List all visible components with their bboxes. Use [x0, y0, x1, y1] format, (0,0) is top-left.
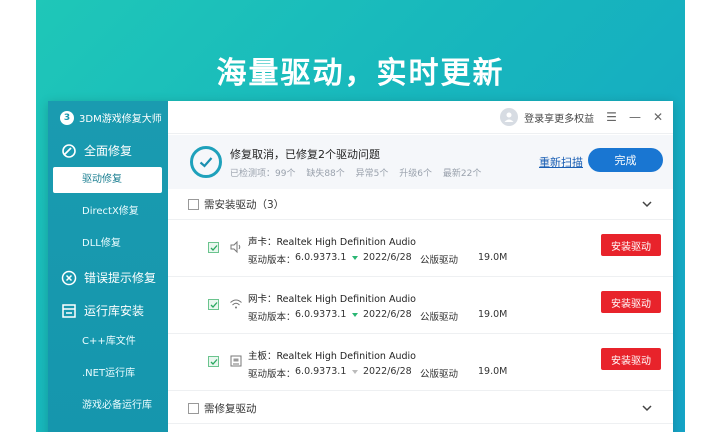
driver-name: 主板：Realtek High Definition Audio	[248, 351, 416, 362]
driver-type: 公版驱动	[420, 369, 459, 380]
sidebar: 3 3DM游戏修复大师 全面修复 驱动修复 DirectX修复 DLL修复 错误…	[48, 101, 168, 432]
driver-checkbox[interactable]	[208, 299, 219, 310]
driver-version-label: 驱动版本：	[248, 369, 296, 380]
error-fix-icon	[60, 269, 78, 287]
latest-count: 最新22个	[442, 168, 482, 179]
driver-version: 6.0.9373.1	[295, 309, 347, 320]
sidebar-item-dll-repair[interactable]: DLL修复	[48, 231, 168, 257]
section-title: 需安装驱动（3）	[204, 199, 285, 211]
install-driver-button[interactable]: 安装驱动	[601, 291, 661, 313]
titlebar: 登录享更多权益 ☰ — ✕	[168, 101, 673, 134]
close-icon[interactable]: ✕	[653, 110, 663, 124]
driver-date: 2022/6/28	[363, 366, 412, 377]
driver-size: 19.0M	[478, 366, 508, 377]
status-summary: 已检测项：99个 缺失88个 异常5个 升级6个 最新22个	[230, 166, 489, 179]
sidebar-item-dotnet-runtime[interactable]: .NET运行库	[48, 361, 168, 387]
nav-group-label: 错误提示修复	[84, 271, 157, 285]
driver-version-label: 驱动版本：	[248, 255, 296, 266]
section-title: 需修复驱动	[204, 403, 257, 415]
repair-icon	[60, 142, 78, 160]
motherboard-icon	[228, 353, 244, 369]
brand: 3 3DM游戏修复大师	[48, 101, 168, 134]
install-driver-button[interactable]: 安装驱动	[601, 348, 661, 370]
driver-name: 声卡：Realtek High Definition Audio	[248, 237, 416, 248]
section-checkbox[interactable]	[188, 199, 199, 210]
minimize-icon[interactable]: —	[629, 110, 641, 124]
section-repair-drivers[interactable]: 需修复驱动	[168, 394, 673, 424]
wifi-icon	[228, 296, 244, 312]
login-link[interactable]: 登录享更多权益	[524, 110, 594, 125]
rescan-link[interactable]: 重新扫描	[539, 154, 583, 170]
app-window: 3 3DM游戏修复大师 全面修复 驱动修复 DirectX修复 DLL修复 错误…	[48, 101, 673, 432]
update-arrow-icon	[352, 252, 358, 263]
section-checkbox[interactable]	[188, 403, 199, 414]
driver-size: 19.0M	[478, 252, 508, 263]
driver-checkbox[interactable]	[208, 356, 219, 367]
install-driver-button[interactable]: 安装驱动	[601, 234, 661, 256]
driver-row-sound: 声卡：Realtek High Definition Audio 驱动版本： 6…	[168, 220, 673, 277]
main-panel: 登录享更多权益 ☰ — ✕ 修复取消，已修复2个驱动问题 已检测项：99个 缺失…	[168, 101, 673, 432]
driver-type: 公版驱动	[420, 312, 459, 323]
section-install-drivers[interactable]: 需安装驱动（3）	[168, 190, 673, 220]
update-arrow-icon	[352, 366, 358, 377]
brand-name: 3DM游戏修复大师	[79, 114, 162, 125]
status-title: 修复取消，已修复2个驱动问题	[230, 147, 380, 161]
nav-group-runtime[interactable]: 运行库安装	[48, 294, 168, 327]
driver-row-motherboard: 主板：Realtek High Definition Audio 驱动版本： 6…	[168, 334, 673, 391]
checked-count: 已检测项：99个	[230, 168, 296, 179]
speaker-icon	[228, 239, 244, 255]
check-circle-icon	[190, 146, 222, 178]
sidebar-item-directx-repair[interactable]: DirectX修复	[48, 199, 168, 225]
upgrade-count: 升级6个	[399, 168, 432, 179]
nav-group-error-fix[interactable]: 错误提示修复	[48, 261, 168, 294]
sidebar-item-game-runtime[interactable]: 游戏必备运行库	[48, 393, 168, 419]
driver-type: 公版驱动	[420, 255, 459, 266]
driver-size: 19.0M	[478, 309, 508, 320]
driver-row-network: 网卡：Realtek High Definition Audio 驱动版本： 6…	[168, 277, 673, 334]
chevron-down-icon[interactable]	[641, 198, 653, 210]
hero-title: 海量驱动，实时更新	[216, 56, 505, 91]
nav-group-label: 全面修复	[84, 144, 133, 158]
driver-version: 6.0.9373.1	[295, 252, 347, 263]
sidebar-item-cpp-libs[interactable]: C++库文件	[48, 329, 168, 355]
scan-status-bar: 修复取消，已修复2个驱动问题 已检测项：99个 缺失88个 异常5个 升级6个 …	[168, 135, 673, 189]
brand-logo-icon: 3	[60, 110, 74, 125]
nav-group-full-repair[interactable]: 全面修复	[48, 134, 168, 167]
driver-version-label: 驱动版本：	[248, 312, 296, 323]
driver-name: 网卡：Realtek High Definition Audio	[248, 294, 416, 305]
driver-checkbox[interactable]	[208, 242, 219, 253]
sidebar-item-driver-repair[interactable]: 驱动修复	[53, 167, 162, 193]
driver-date: 2022/6/28	[363, 252, 412, 263]
driver-date: 2022/6/28	[363, 309, 412, 320]
missing-count: 缺失88个	[306, 168, 345, 179]
runtime-icon	[60, 302, 78, 320]
nav-group-label: 运行库安装	[84, 304, 145, 318]
update-arrow-icon	[352, 309, 358, 320]
done-button[interactable]: 完成	[588, 148, 663, 172]
chevron-down-icon[interactable]	[641, 402, 653, 414]
promo-background: 海量驱动，实时更新 3 3DM游戏修复大师 全面修复 驱动修复 DirectX修…	[36, 0, 685, 432]
driver-version: 6.0.9373.1	[295, 366, 347, 377]
menu-icon[interactable]: ☰	[606, 110, 617, 124]
avatar-icon[interactable]	[500, 108, 519, 126]
abnormal-count: 异常5个	[355, 168, 389, 179]
